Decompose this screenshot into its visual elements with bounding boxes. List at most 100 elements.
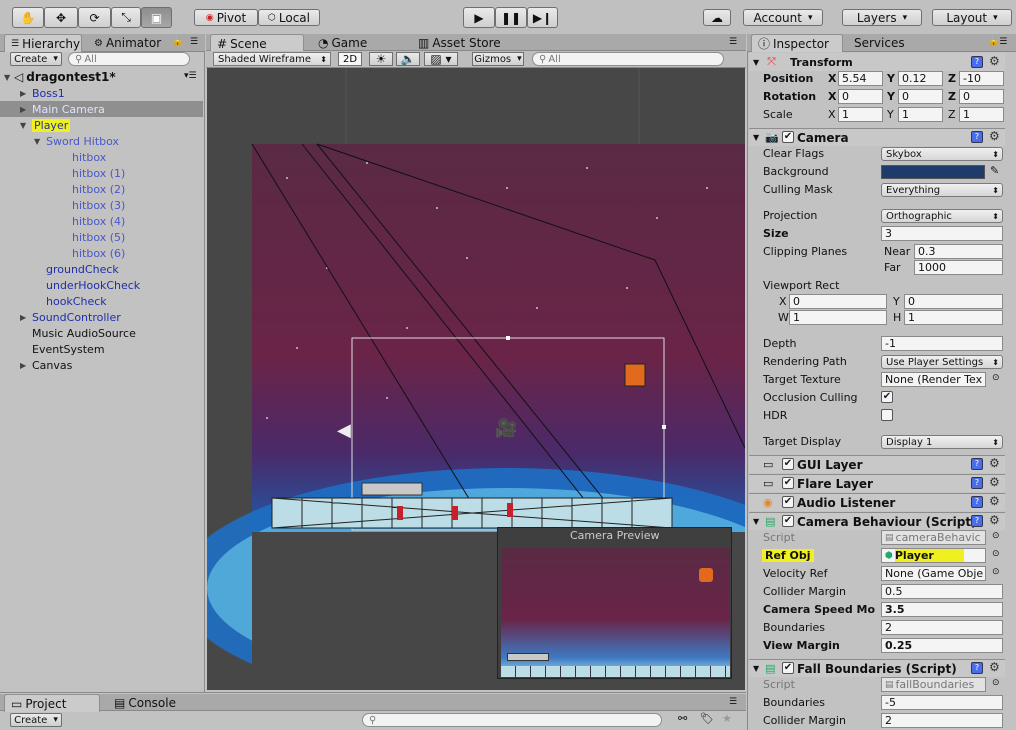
camera-enabled-checkbox[interactable]: ✔ xyxy=(782,131,794,143)
hierarchy-item-eventsystem[interactable]: EventSystem xyxy=(0,341,203,357)
projection-dropdown[interactable]: Orthographic xyxy=(881,209,1003,223)
camera-behaviour-checkbox[interactable]: ✔ xyxy=(782,515,794,527)
layers-dropdown[interactable]: Layers xyxy=(842,9,922,26)
layout-dropdown[interactable]: Layout xyxy=(932,9,1012,26)
audio-toggle[interactable]: 🔈 xyxy=(396,52,420,66)
target-texture-field[interactable]: None (Render Tex xyxy=(881,372,986,387)
object-picker-icon[interactable]: ⊙ xyxy=(992,549,1000,559)
object-picker-icon[interactable]: ⊙ xyxy=(992,567,1000,577)
tab-asset-store[interactable]: ▥ Asset Store xyxy=(412,34,507,52)
hierarchy-item-hitbox-5[interactable]: hitbox (5) xyxy=(0,229,203,245)
expand-arrow-icon[interactable]: ▶ xyxy=(20,361,30,370)
rotation-z-field[interactable]: 0 xyxy=(959,89,1004,104)
object-picker-icon[interactable]: ⊙ xyxy=(992,373,1000,383)
tab-scene[interactable]: # Scene xyxy=(210,34,304,52)
tab-console[interactable]: ▤ Console xyxy=(108,694,182,712)
expand-arrow-icon[interactable]: ▶ xyxy=(20,105,30,114)
help-icon[interactable]: ? xyxy=(971,131,983,143)
frustum-handle[interactable] xyxy=(506,336,510,340)
depth-field[interactable]: -1 xyxy=(881,336,1003,351)
gear-icon[interactable]: ⚙ xyxy=(989,129,1000,143)
occlusion-culling-checkbox[interactable]: ✔ xyxy=(881,391,893,403)
background-color-swatch[interactable] xyxy=(881,165,985,179)
hierarchy-item-hitbox-2[interactable]: hitbox (2) xyxy=(0,181,203,197)
tab-hierarchy[interactable]: ☰ Hierarchy xyxy=(4,34,82,52)
target-display-dropdown[interactable]: Display 1 xyxy=(881,435,1003,449)
hierarchy-item-player[interactable]: ▼ Player xyxy=(0,117,203,133)
audio-listener-checkbox[interactable]: ✔ xyxy=(782,496,794,508)
viewport-h-field[interactable]: 1 xyxy=(904,310,1003,325)
player-sprite[interactable] xyxy=(624,363,646,387)
object-picker-icon[interactable]: ⊙ xyxy=(992,678,1000,688)
help-icon[interactable]: ? xyxy=(971,515,983,527)
hdr-checkbox[interactable] xyxy=(881,409,893,421)
help-icon[interactable]: ? xyxy=(971,56,983,68)
hierarchy-item-hitbox-1[interactable]: hitbox (1) xyxy=(0,165,203,181)
label-tag-icon[interactable]: 🏷 xyxy=(700,712,714,725)
ref-obj-field[interactable]: ⬢ Player xyxy=(881,548,986,563)
project-search-input[interactable]: ⚲ xyxy=(362,713,662,727)
play-button[interactable]: ▶ xyxy=(463,7,495,28)
gear-icon[interactable]: ⚙ xyxy=(989,54,1000,68)
hierarchy-item-hitbox-4[interactable]: hitbox (4) xyxy=(0,213,203,229)
boundaries-field[interactable]: 2 xyxy=(881,620,1003,635)
tab-inspector[interactable]: ⓘ Inspector xyxy=(751,34,843,52)
gear-icon[interactable]: ⚙ xyxy=(989,513,1000,527)
favorite-star-icon[interactable]: ★ xyxy=(722,712,732,725)
scene-viewport[interactable]: 🎥 ◀ Camera Preview xyxy=(207,68,745,690)
position-z-field[interactable]: -10 xyxy=(959,71,1004,86)
expand-arrow-icon[interactable]: ▶ xyxy=(20,89,30,98)
rendering-path-dropdown[interactable]: Use Player Settings xyxy=(881,355,1003,369)
hierarchy-item-hitbox-6[interactable]: hitbox (6) xyxy=(0,245,203,261)
effects-dropdown[interactable]: ▨ ▾ xyxy=(424,52,458,66)
local-toggle[interactable]: ⬡ Local xyxy=(258,9,320,26)
lock-icon[interactable]: 🔒☰ xyxy=(988,37,1007,47)
gear-icon[interactable]: ⚙ xyxy=(989,456,1000,470)
pause-button[interactable]: ❚❚ xyxy=(495,7,527,28)
fall-boundaries-checkbox[interactable]: ✔ xyxy=(782,662,794,674)
hierarchy-create-dropdown[interactable]: Create xyxy=(10,52,62,66)
size-field[interactable]: 3 xyxy=(881,226,1003,241)
far-field[interactable]: 1000 xyxy=(914,260,1003,275)
scale-x-field[interactable]: 1 xyxy=(838,107,883,122)
gear-icon[interactable]: ⚙ xyxy=(989,660,1000,674)
collider-margin-field[interactable]: 0.5 xyxy=(881,584,1003,599)
scene-menu-icon[interactable]: ▾☰ xyxy=(184,71,197,81)
help-icon[interactable]: ? xyxy=(971,496,983,508)
account-dropdown[interactable]: Account xyxy=(743,9,823,26)
hierarchy-item-music-audiosource[interactable]: Music AudioSource xyxy=(0,325,203,341)
collab-cloud-button[interactable]: ☁ xyxy=(703,9,731,26)
object-picker-icon[interactable]: ⊙ xyxy=(992,531,1000,541)
expand-arrow-icon[interactable]: ▼ xyxy=(34,137,44,146)
scale-z-field[interactable]: 1 xyxy=(959,107,1004,122)
position-y-field[interactable]: 0.12 xyxy=(898,71,943,86)
expand-arrow-icon[interactable]: ▶ xyxy=(20,313,30,322)
move-tool-button[interactable]: ✥ xyxy=(44,7,78,28)
scale-y-field[interactable]: 1 xyxy=(898,107,943,122)
viewport-x-field[interactable]: 0 xyxy=(789,294,887,309)
eyedropper-icon[interactable]: ✎ xyxy=(990,164,999,177)
filter-type-icon[interactable]: ⚯ xyxy=(678,712,687,725)
scene-menu-icon[interactable]: ☰ xyxy=(729,37,737,47)
rotate-tool-button[interactable]: ⟳ xyxy=(78,7,111,28)
hierarchy-item-sword-hitbox[interactable]: ▼ Sword Hitbox xyxy=(0,133,203,149)
hierarchy-item-soundcontroller[interactable]: ▶ SoundController xyxy=(0,309,203,325)
hierarchy-item-canvas[interactable]: ▶ Canvas xyxy=(0,357,203,373)
step-button[interactable]: ▶❙ xyxy=(527,7,558,28)
project-create-dropdown[interactable]: Create xyxy=(10,713,62,727)
velocity-ref-field[interactable]: None (Game Obje xyxy=(881,566,986,581)
lighting-toggle[interactable]: ☀ xyxy=(369,52,393,66)
panel-menu-icon[interactable]: ☰ xyxy=(190,37,198,47)
view-margin-field[interactable]: 0.25 xyxy=(881,638,1003,653)
hierarchy-item-underhookcheck[interactable]: underHookCheck xyxy=(0,277,203,293)
panel-menu-icon[interactable]: ☰ xyxy=(729,697,737,707)
near-field[interactable]: 0.3 xyxy=(914,244,1003,259)
hand-tool-button[interactable]: ✋ xyxy=(12,7,44,28)
expand-arrow-icon[interactable]: ▼ xyxy=(20,121,30,130)
viewport-y-field[interactable]: 0 xyxy=(904,294,1003,309)
hierarchy-item-boss1[interactable]: ▶ Boss1 xyxy=(0,85,203,101)
transform-header[interactable]: ▼ ⤧ Transform xyxy=(749,53,1005,71)
shading-mode-dropdown[interactable]: Shaded Wireframe xyxy=(213,52,331,66)
tab-project[interactable]: ▭ Project xyxy=(4,694,100,712)
help-icon[interactable]: ? xyxy=(971,458,983,470)
